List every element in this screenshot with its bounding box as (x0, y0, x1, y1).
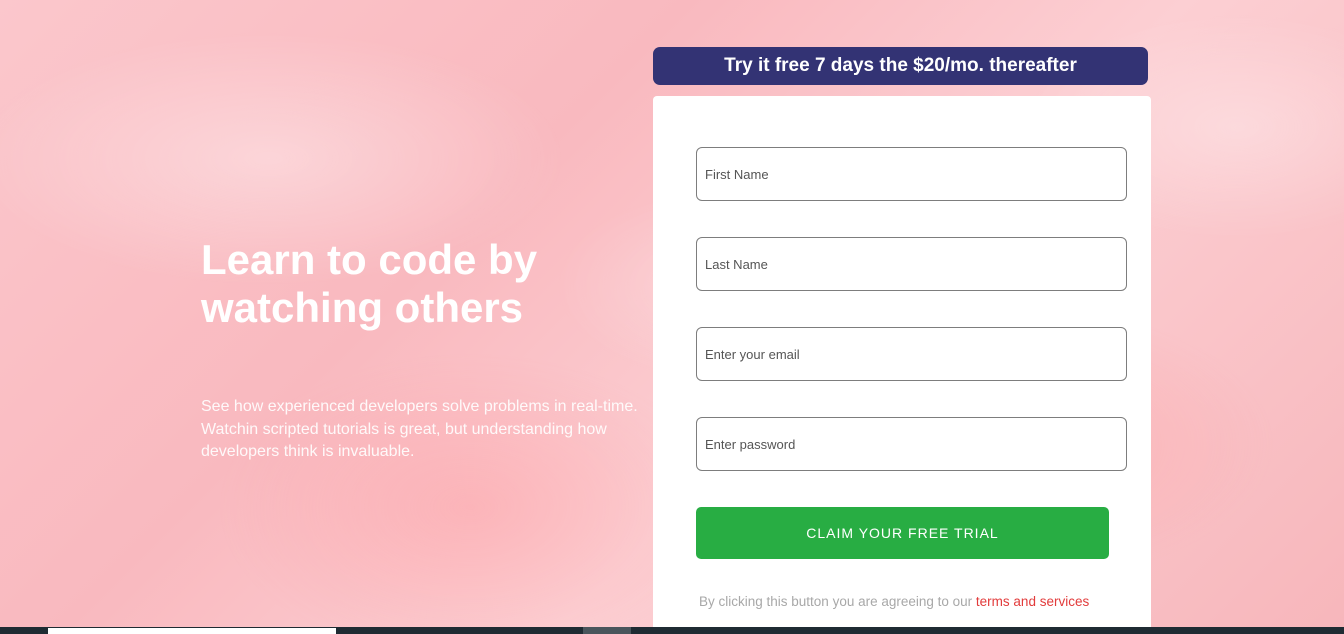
terms-notice: By clicking this button you are agreeing… (699, 594, 1089, 609)
taskbar-active-app[interactable] (583, 627, 631, 634)
hero-description: See how experienced developers solve pro… (201, 398, 638, 460)
promo-banner: Try it free 7 days the $20/mo. thereafte… (653, 47, 1148, 85)
signup-form: CLAIM YOUR FREE TRIAL By clicking this b… (653, 96, 1151, 634)
hero-title: Learn to code by watching others (201, 236, 538, 331)
last-name-input[interactable] (696, 237, 1127, 291)
hero-section: Learn to code by watching others See how… (201, 236, 641, 460)
claim-free-trial-button[interactable]: CLAIM YOUR FREE TRIAL (696, 507, 1109, 559)
first-name-input[interactable] (696, 147, 1127, 201)
taskbar-search-box[interactable] (48, 628, 336, 634)
email-input[interactable] (696, 327, 1127, 381)
taskbar (0, 627, 1344, 634)
password-input[interactable] (696, 417, 1127, 471)
terms-link[interactable]: terms and services (976, 594, 1089, 609)
terms-text: By clicking this button you are agreeing… (699, 594, 976, 609)
